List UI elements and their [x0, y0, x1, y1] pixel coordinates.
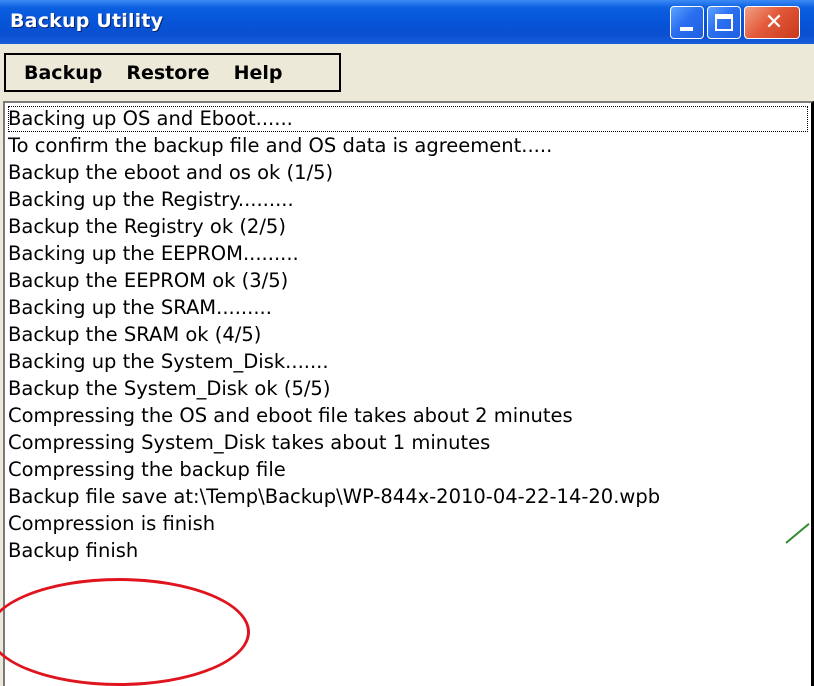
log-line[interactable]: Backup the Registry ok (2/5): [8, 214, 286, 240]
log-line[interactable]: Backing up the EEPROM.........: [8, 241, 299, 267]
log-line[interactable]: Backup the System_Disk ok (5/5): [8, 376, 330, 402]
maximize-button[interactable]: [707, 6, 741, 39]
window-title: Backup Utility: [10, 10, 164, 32]
log-line[interactable]: Backup file save at:\Temp\Backup\WP-844x…: [8, 484, 660, 510]
maximize-icon: [715, 14, 733, 31]
log-line[interactable]: Backing up the SRAM.........: [8, 295, 272, 321]
log-line[interactable]: Backup the SRAM ok (4/5): [8, 322, 261, 348]
backup-utility-window: Backup Utility ✕ Backup Restore Help Bac…: [0, 0, 814, 686]
log-line[interactable]: Backup finish: [8, 538, 138, 564]
menu-bar: Backup Restore Help: [4, 53, 341, 92]
log-line[interactable]: Backing up the System_Disk.......: [8, 349, 329, 375]
close-icon: ✕: [764, 10, 784, 35]
log-line[interactable]: Compressing the backup file: [8, 457, 286, 483]
menu-backup[interactable]: Backup: [24, 62, 102, 84]
title-bar[interactable]: Backup Utility ✕: [0, 0, 814, 44]
log-line[interactable]: Compression is finish: [8, 511, 215, 537]
log-line[interactable]: Backup the eboot and os ok (1/5): [8, 160, 333, 186]
menu-restore[interactable]: Restore: [126, 62, 209, 84]
log-line[interactable]: Backing up the Registry.........: [8, 187, 294, 213]
log-line[interactable]: Compressing the OS and eboot file takes …: [8, 403, 573, 429]
log-line[interactable]: To confirm the backup file and OS data i…: [8, 133, 552, 159]
minimize-icon: [680, 27, 693, 31]
log-line[interactable]: Backing up OS and Eboot......: [8, 106, 808, 132]
minimize-button[interactable]: [670, 6, 704, 39]
log-line[interactable]: Compressing System_Disk takes about 1 mi…: [8, 430, 490, 456]
close-button[interactable]: ✕: [744, 6, 800, 39]
log-line[interactable]: Backup the EEPROM ok (3/5): [8, 268, 288, 294]
backup-log-list[interactable]: Backing up OS and Eboot...... To confirm…: [3, 101, 814, 686]
menu-help[interactable]: Help: [234, 62, 283, 84]
